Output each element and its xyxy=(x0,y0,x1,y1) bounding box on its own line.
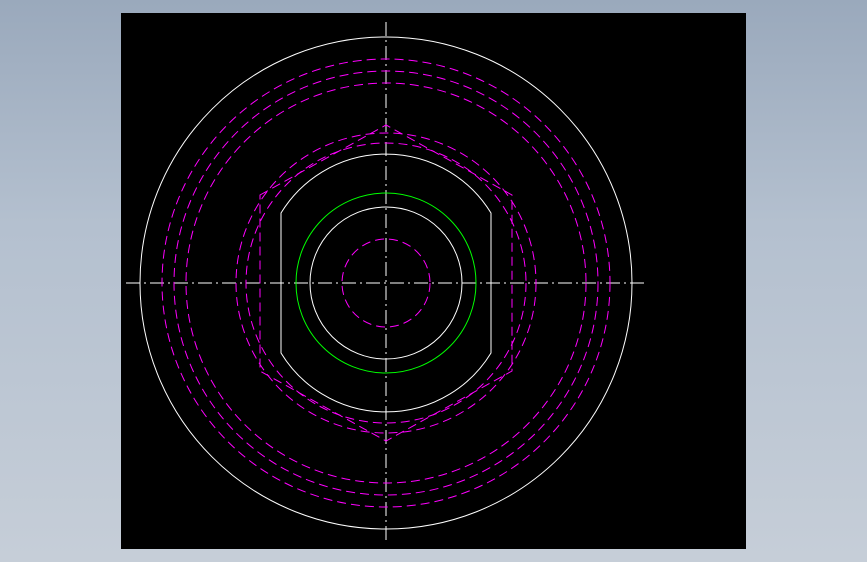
drawing-canvas xyxy=(126,22,648,544)
cad-viewport[interactable] xyxy=(121,13,746,549)
